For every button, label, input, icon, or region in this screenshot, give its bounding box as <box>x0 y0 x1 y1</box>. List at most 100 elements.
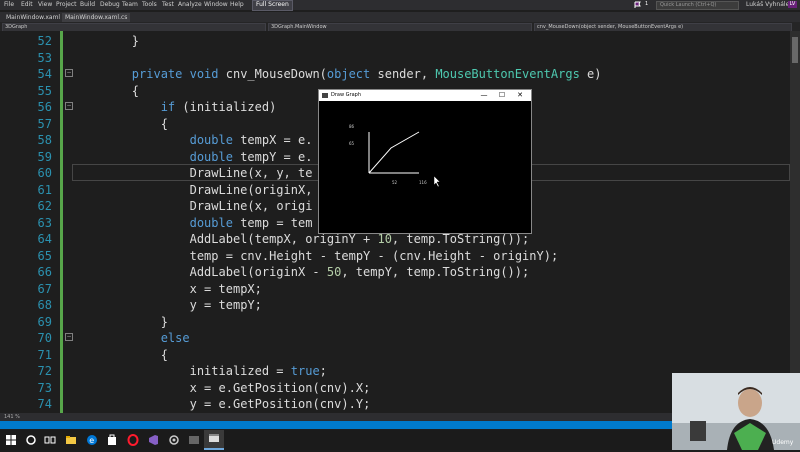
tab-mainwindow-xaml-cs[interactable]: MainWindow.xaml.cs <box>62 13 131 22</box>
code-line[interactable]: temp = cnv.Height - tempY - (cnv.Height … <box>74 249 559 263</box>
code-line[interactable]: x = e.GetPosition(cnv).X; <box>74 381 371 395</box>
line-number: 68 <box>37 298 52 312</box>
line-number: 53 <box>37 50 52 65</box>
line-number: 62 <box>37 199 52 213</box>
user-name[interactable]: Lukáš Vyhnálek <box>746 1 793 8</box>
collapse-toggle-icon[interactable]: − <box>65 69 73 77</box>
close-button[interactable]: ✕ <box>511 90 529 101</box>
maximize-button[interactable]: ☐ <box>493 90 511 101</box>
menu-build[interactable]: Build <box>80 1 95 8</box>
code-line[interactable]: y = e.GetPosition(cnv).Y; <box>74 397 371 411</box>
code-line[interactable]: } <box>74 34 139 48</box>
menu-team[interactable]: Team <box>122 1 138 8</box>
line-number: 52 <box>37 34 52 48</box>
code-line[interactable]: DrawLine(x, origi <box>74 199 313 213</box>
line-number: 55 <box>37 83 52 98</box>
udemy-logo: Udemy <box>772 439 794 446</box>
draw-graph-taskbar-item[interactable] <box>204 430 224 450</box>
menu-tools[interactable]: Tools <box>142 1 157 8</box>
cortana-icon[interactable] <box>25 434 37 446</box>
line-number: 67 <box>37 281 52 296</box>
menu-project[interactable]: Project <box>56 1 77 8</box>
minimize-button[interactable]: — <box>475 90 493 101</box>
menu-view[interactable]: View <box>38 1 52 8</box>
menu-file[interactable]: File <box>4 1 14 8</box>
app-icon[interactable] <box>188 434 200 446</box>
code-line[interactable]: private void cnv_MouseDown(object sender… <box>74 67 602 81</box>
code-line[interactable]: DrawLine(originX, <box>74 183 313 197</box>
status-bar <box>0 421 672 429</box>
menu-edit[interactable]: Edit <box>21 1 33 8</box>
code-line[interactable]: AddLabel(tempX, originY + 10, temp.ToStr… <box>74 232 530 246</box>
line-number: 58 <box>37 133 52 147</box>
window-title: Draw Graph <box>331 92 361 98</box>
code-line[interactable]: } <box>74 315 168 329</box>
line-number: 54 <box>37 67 52 81</box>
app-icon <box>322 93 328 98</box>
menu-window[interactable]: Window <box>204 1 228 8</box>
change-indicator-bar <box>60 31 63 413</box>
menu-debug[interactable]: Debug <box>100 1 120 8</box>
windows-start-icon[interactable] <box>5 434 17 446</box>
task-view-icon[interactable] <box>44 434 56 446</box>
code-line[interactable]: else <box>74 331 190 345</box>
line-number: 63 <box>37 215 52 230</box>
line-number: 57 <box>37 116 52 131</box>
full-screen-button[interactable]: Full Screen <box>252 0 293 11</box>
graph-canvas[interactable]: 86 65 52 116 <box>319 101 531 233</box>
notification-flag-icon[interactable] <box>634 1 644 9</box>
file-explorer-icon[interactable] <box>65 434 77 446</box>
scrollbar-thumb[interactable] <box>792 37 798 63</box>
code-line[interactable]: { <box>74 84 139 98</box>
draw-graph-window[interactable]: Draw Graph — ☐ ✕ 86 65 52 116 <box>318 89 532 234</box>
menu-analyze[interactable]: Analyze <box>178 1 202 8</box>
code-line[interactable]: y = tempY; <box>74 298 262 312</box>
line-number: 56 <box>37 100 52 114</box>
editor-bottom-bar: 141 % <box>0 413 672 421</box>
zoom-level[interactable]: 141 % <box>4 414 20 420</box>
vertical-scrollbar[interactable] <box>790 31 800 413</box>
menu-help[interactable]: Help <box>230 1 244 8</box>
collapse-toggle-icon[interactable]: − <box>65 102 73 110</box>
code-line[interactable]: x = tempX; <box>74 282 262 296</box>
graph-line <box>368 131 420 174</box>
avatar[interactable]: LV <box>788 1 797 8</box>
x-label-116: 116 <box>419 180 427 185</box>
store-icon[interactable] <box>106 434 118 446</box>
code-line[interactable]: DrawLine(x, y, te <box>74 166 313 180</box>
code-line[interactable]: AddLabel(originX - 50, tempY, temp.ToStr… <box>74 265 530 279</box>
line-number: 74 <box>37 397 52 411</box>
code-line[interactable]: double tempY = e. <box>74 150 313 164</box>
line-number: 73 <box>37 380 52 395</box>
window-icon <box>209 434 219 442</box>
line-number: 72 <box>37 364 52 378</box>
line-number: 70 <box>37 331 52 345</box>
code-line[interactable]: if (initialized) <box>74 100 277 114</box>
opera-browser-icon[interactable] <box>127 434 139 446</box>
quick-launch-input[interactable]: Quick Launch (Ctrl+Q) <box>656 1 739 10</box>
collapse-toggle-icon[interactable]: − <box>65 333 73 341</box>
document-tabs: MainWindow.xaml MainWindow.xaml.cs <box>0 12 800 22</box>
menu-test[interactable]: Test <box>162 1 174 8</box>
notification-count: 1 <box>645 1 649 7</box>
code-line[interactable]: { <box>74 348 168 362</box>
code-line[interactable]: double tempX = e. <box>74 133 313 147</box>
code-line[interactable]: double temp = tem <box>74 216 313 230</box>
line-number: 65 <box>37 248 52 263</box>
svg-text:e: e <box>89 436 94 445</box>
line-number: 66 <box>37 265 52 279</box>
y-label-65: 65 <box>349 141 355 146</box>
mouse-cursor-icon <box>433 175 441 188</box>
visual-studio-icon[interactable] <box>147 434 159 446</box>
window-titlebar[interactable]: Draw Graph — ☐ ✕ <box>319 90 531 101</box>
edge-browser-icon[interactable]: e <box>86 434 98 446</box>
menu-bar: File Edit View Project Build Debug Team … <box>0 0 800 11</box>
tab-mainwindow-xaml[interactable]: MainWindow.xaml <box>3 13 63 22</box>
line-number: 61 <box>37 182 52 197</box>
line-number: 71 <box>37 347 52 362</box>
code-line[interactable]: initialized = true; <box>74 364 327 378</box>
settings-gear-icon[interactable] <box>168 434 180 446</box>
line-number: 59 <box>37 149 52 164</box>
y-label-86: 86 <box>349 124 355 129</box>
code-line[interactable]: { <box>74 117 168 131</box>
